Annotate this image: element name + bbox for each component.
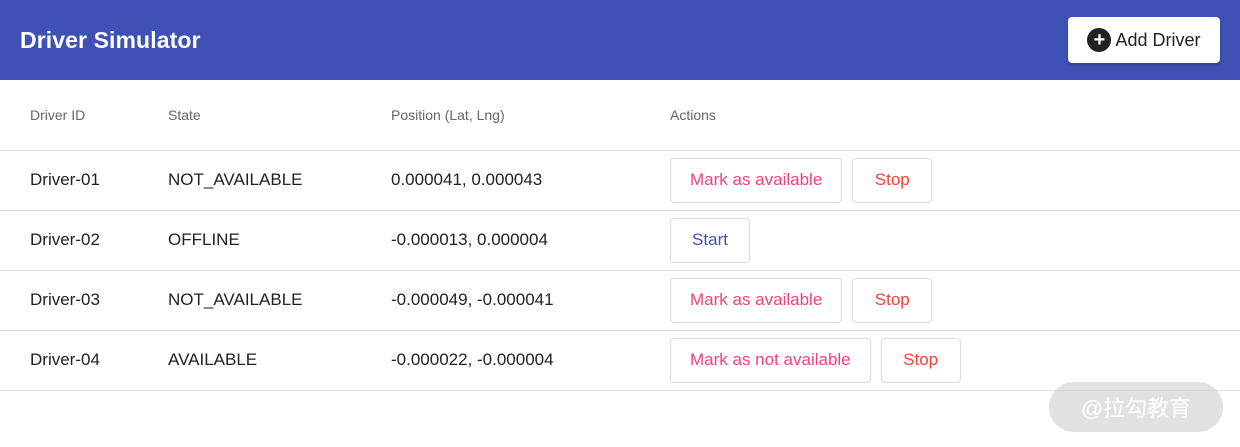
driver-state: NOT_AVAILABLE bbox=[168, 150, 391, 211]
driver-actions: Mark as available Stop bbox=[670, 150, 1240, 211]
mark-available-button[interactable]: Mark as available bbox=[670, 157, 843, 203]
table-row: Driver-02 OFFLINE -0.000013, 0.000004 St… bbox=[0, 210, 1240, 271]
stop-button[interactable]: Stop bbox=[880, 337, 961, 383]
driver-id: Driver-01 bbox=[0, 150, 168, 211]
add-driver-label: Add Driver bbox=[1115, 29, 1201, 50]
driver-position: -0.000013, 0.000004 bbox=[391, 210, 670, 271]
driver-actions: Mark as not available Stop bbox=[670, 330, 1240, 391]
app-bar: Driver Simulator + Add Driver bbox=[0, 0, 1240, 80]
table-row: Driver-04 AVAILABLE -0.000022, -0.000004… bbox=[0, 330, 1240, 391]
add-driver-button[interactable]: + Add Driver bbox=[1068, 17, 1220, 63]
driver-id: Driver-04 bbox=[0, 330, 168, 391]
stop-button[interactable]: Stop bbox=[852, 157, 933, 203]
driver-state: AVAILABLE bbox=[168, 330, 391, 391]
header-position: Position (Lat, Lng) bbox=[391, 80, 670, 151]
table-header-row: Driver ID State Position (Lat, Lng) Acti… bbox=[0, 80, 1240, 151]
watermark: @拉勾教育 bbox=[1049, 382, 1223, 432]
header-actions: Actions bbox=[670, 80, 1240, 151]
driver-position: -0.000049, -0.000041 bbox=[391, 270, 670, 331]
table-row: Driver-03 NOT_AVAILABLE -0.000049, -0.00… bbox=[0, 270, 1240, 331]
driver-position: 0.000041, 0.000043 bbox=[391, 150, 670, 211]
driver-state: NOT_AVAILABLE bbox=[168, 270, 391, 331]
stop-button[interactable]: Stop bbox=[852, 277, 933, 323]
mark-not-available-button[interactable]: Mark as not available bbox=[670, 337, 871, 383]
driver-actions: Start bbox=[670, 210, 1240, 271]
drivers-table: Driver ID State Position (Lat, Lng) Acti… bbox=[0, 80, 1240, 391]
driver-id: Driver-03 bbox=[0, 270, 168, 331]
driver-id: Driver-02 bbox=[0, 210, 168, 271]
driver-actions: Mark as available Stop bbox=[670, 270, 1240, 331]
header-driver-id: Driver ID bbox=[0, 80, 168, 151]
header-state: State bbox=[168, 80, 391, 151]
app-title: Driver Simulator bbox=[20, 26, 201, 53]
start-button[interactable]: Start bbox=[670, 217, 750, 263]
driver-state: OFFLINE bbox=[168, 210, 391, 271]
add-circle-icon: + bbox=[1087, 28, 1112, 52]
driver-position: -0.000022, -0.000004 bbox=[391, 330, 670, 391]
table-row: Driver-01 NOT_AVAILABLE 0.000041, 0.0000… bbox=[0, 150, 1240, 211]
mark-available-button[interactable]: Mark as available bbox=[670, 277, 843, 323]
